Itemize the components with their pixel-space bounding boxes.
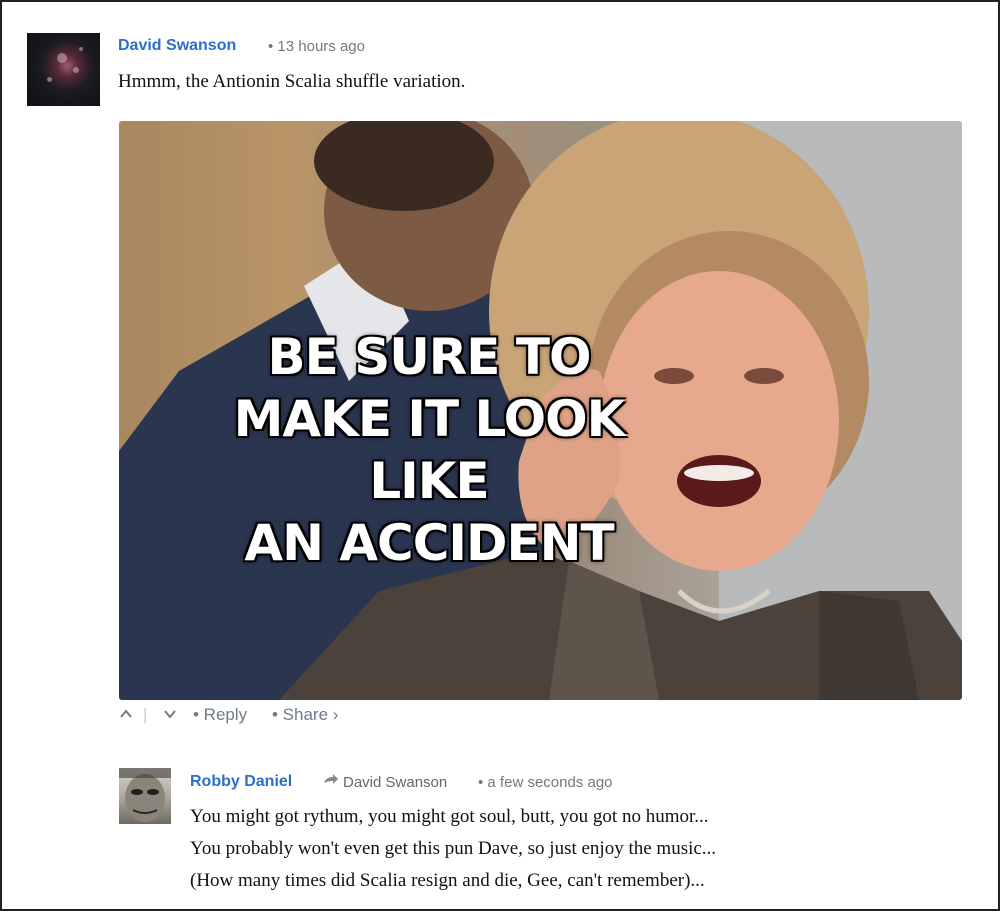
comment-image[interactable]: BE SURE TO MAKE IT LOOK LIKE AN ACCIDENT	[119, 121, 962, 700]
meme-caption-line: MAKE IT LOOK LIKE	[233, 390, 626, 510]
vote-separator: |	[143, 705, 148, 724]
meme-caption: BE SURE TO MAKE IT LOOK LIKE AN ACCIDENT	[209, 326, 649, 574]
upvote-button[interactable]	[119, 706, 133, 726]
reply-timestamp[interactable]: • a few seconds ago	[478, 774, 613, 791]
comment-text: Hmmm, the Antionin Scalia shuffle variat…	[118, 71, 466, 92]
reply-text-line: (How many times did Scalia resign and di…	[190, 870, 705, 891]
reply-button[interactable]: • Reply	[193, 705, 247, 725]
reply-author-link[interactable]: Robby Daniel	[190, 773, 292, 791]
comment-timestamp[interactable]: • 13 hours ago	[268, 38, 365, 55]
reply-text-line: You probably won't even get this pun Dav…	[190, 838, 717, 859]
share-button[interactable]: • Share ›	[272, 705, 338, 725]
avatar[interactable]	[27, 33, 100, 106]
avatar[interactable]	[119, 768, 171, 824]
reply-text-line: You might got rythum, you might got soul…	[190, 806, 709, 827]
downvote-button[interactable]	[163, 706, 177, 726]
reply-to-link[interactable]: David Swanson	[343, 774, 447, 791]
reply-arrow-icon	[323, 773, 339, 792]
comment-thread: David Swanson • 13 hours ago Hmmm, the A…	[0, 0, 1000, 911]
chevron-down-icon	[164, 710, 176, 719]
meme-caption-line: AN ACCIDENT	[244, 514, 614, 572]
avatar-image	[119, 768, 171, 822]
chevron-up-icon	[120, 709, 132, 718]
comment-author-link[interactable]: David Swanson	[118, 37, 236, 55]
meme-caption-line: BE SURE TO	[267, 328, 592, 386]
